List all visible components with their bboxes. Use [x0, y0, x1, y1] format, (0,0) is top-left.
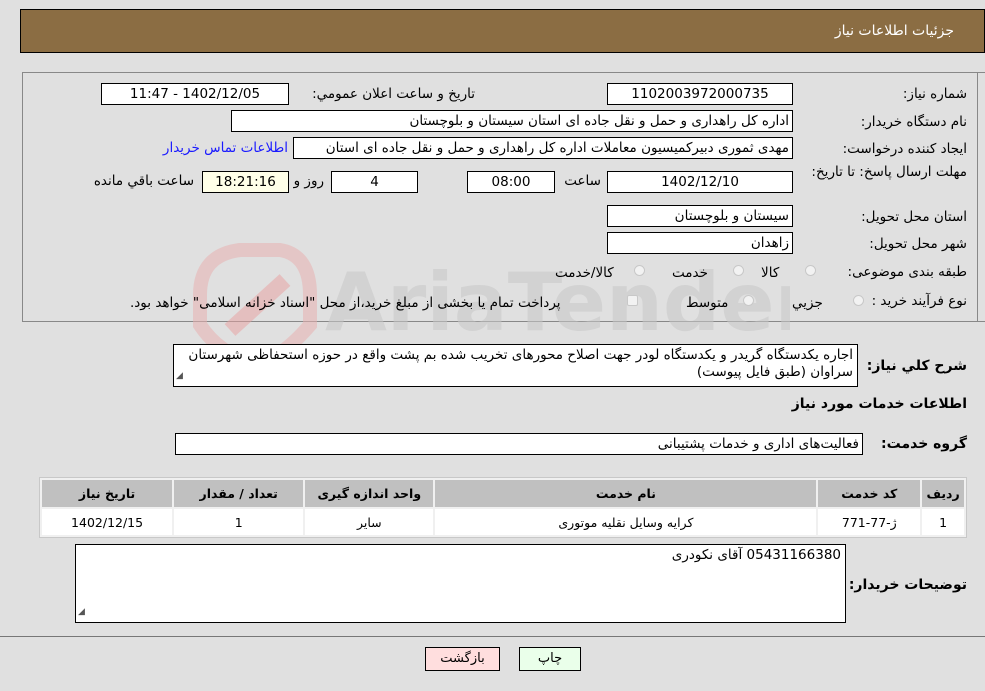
days-remaining-field: 4 — [331, 171, 418, 193]
page-header: جزئيات اطلاعات نياز — [20, 9, 985, 53]
page-title: جزئيات اطلاعات نياز — [834, 23, 954, 39]
col-row-number: رديف — [922, 480, 964, 507]
cell-service-name: کرایه وسایل نقلیه موتوری — [435, 509, 817, 535]
footer-divider — [0, 636, 985, 637]
process-option-minor: جزيي — [792, 295, 823, 311]
treasury-note: پرداخت تمام يا بخشی از مبلغ خريد،از محل … — [130, 295, 561, 311]
buyer-notes-label: توضيحات خريدار: — [848, 577, 967, 593]
back-button[interactable]: بازگشت — [425, 647, 500, 671]
category-option-goods-service: کالا/خدمت — [555, 265, 614, 281]
table-row: 1 ژ-77-771 کرایه وسایل نقلیه موتوری سایر… — [42, 509, 964, 535]
cell-service-code: ژ-77-771 — [818, 509, 921, 535]
resize-handle-icon[interactable]: ◢ — [78, 604, 85, 621]
print-button[interactable]: چاپ — [519, 647, 581, 671]
requester-field: مهدی ثموری دبیرکمیسیون معاملات اداره کل … — [293, 137, 793, 159]
buyer-notes-textarea[interactable]: 05431166380 آقای نکودری ◢ — [75, 544, 846, 623]
city-label: شهر محل تحويل: — [869, 236, 967, 252]
city-field: زاهدان — [607, 232, 793, 254]
buyer-contact-link[interactable]: اطلاعات تماس خريدار — [163, 140, 288, 156]
announce-datetime-label: تاريخ و ساعت اعلان عمومي: — [312, 86, 475, 102]
col-need-date: تاريخ نياز — [42, 480, 173, 507]
description-label: شرح کلي نياز: — [866, 358, 967, 374]
buyer-notes-text: 05431166380 آقای نکودری — [671, 547, 841, 563]
deadline-time-label: ساعت — [564, 173, 601, 189]
need-number-label: شماره نياز: — [902, 86, 967, 102]
buyer-org-label: نام دستگاه خريدار: — [860, 114, 967, 130]
service-group-label: گروه خدمت: — [881, 436, 967, 452]
need-number-field: 1102003972000735 — [607, 83, 793, 105]
province-label: استان محل تحويل: — [861, 209, 967, 225]
col-service-name: نام خدمت — [435, 480, 817, 507]
province-field: سیستان و بلوچستان — [607, 205, 793, 227]
table-header-row: رديف کد خدمت نام خدمت واحد اندازه گيری ت… — [42, 480, 964, 507]
category-label: طبقه بندی موضوعی: — [847, 264, 967, 280]
requester-label: ايجاد کننده درخواست: — [842, 141, 967, 157]
time-remaining-label: ساعت باقي مانده — [93, 173, 194, 189]
cell-row-number: 1 — [922, 509, 964, 535]
deadline-time-field: 08:00 — [467, 171, 555, 193]
announce-datetime-field: 1402/12/05 - 11:47 — [101, 83, 289, 105]
treasury-checkbox[interactable] — [627, 295, 638, 306]
cell-unit: سایر — [305, 509, 434, 535]
deadline-label: مهلت ارسال پاسخ: تا تاريخ: — [811, 164, 967, 180]
cell-quantity: 1 — [174, 509, 304, 535]
time-remaining-field: 18:21:16 — [202, 171, 289, 193]
col-service-code: کد خدمت — [818, 480, 921, 507]
services-section-title: اطلاعات خدمات مورد نياز — [791, 396, 967, 412]
services-table: رديف کد خدمت نام خدمت واحد اندازه گيری ت… — [39, 477, 967, 538]
col-quantity: تعداد / مقدار — [174, 480, 304, 507]
resize-handle-icon[interactable]: ◢ — [176, 368, 183, 385]
description-textarea[interactable]: اجاره یکدستگاه گریدر و یکدستگاه لودر جهت… — [173, 344, 858, 387]
cell-need-date: 1402/12/15 — [42, 509, 173, 535]
category-radio-goods-service[interactable] — [634, 265, 645, 276]
col-unit: واحد اندازه گيری — [305, 480, 434, 507]
process-radio-minor[interactable] — [853, 295, 864, 306]
process-radio-medium[interactable] — [743, 295, 754, 306]
category-radio-goods[interactable] — [805, 265, 816, 276]
category-option-service: خدمت — [672, 265, 708, 281]
category-radio-service[interactable] — [733, 265, 744, 276]
deadline-date-field: 1402/12/10 — [607, 171, 793, 193]
days-label: روز و — [293, 173, 324, 189]
category-option-goods: کالا — [761, 265, 780, 281]
buyer-org-field: اداره کل راهداری و حمل و نقل جاده ای است… — [231, 110, 793, 132]
process-option-medium: متوسط — [686, 295, 729, 311]
service-group-field: فعالیت‌های اداری و خدمات پشتیبانی — [175, 433, 863, 455]
process-label: نوع فرآيند خريد : — [871, 293, 967, 309]
panel-border — [977, 72, 978, 322]
description-text: اجاره یکدستگاه گریدر و یکدستگاه لودر جهت… — [188, 347, 853, 380]
